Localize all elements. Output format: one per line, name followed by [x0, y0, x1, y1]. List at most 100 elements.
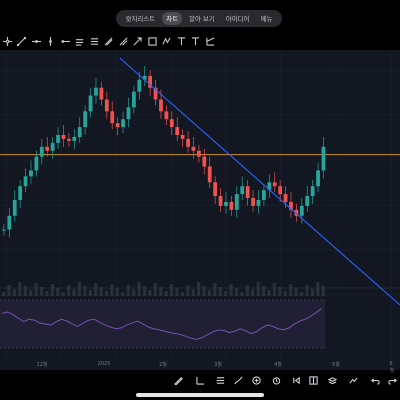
x-axis-tick: 2025	[97, 361, 111, 367]
x-axis-tick: 3월	[214, 362, 222, 368]
volume-bar	[321, 286, 325, 296]
volume-bar	[299, 292, 304, 296]
candle-body	[110, 111, 115, 124]
candle-body	[218, 196, 223, 206]
volume-bar	[104, 291, 109, 296]
candle-body	[12, 199, 17, 216]
layout-icon[interactable]	[307, 374, 319, 386]
chart-svg	[0, 50, 400, 360]
candle-body	[132, 91, 136, 108]
volume-bar	[186, 285, 190, 296]
app-screen: 왓치리스트 차트 알아 보기 아이디어 메뉴 12월 2025 2월 3월 4월 5월 6월	[0, 0, 400, 400]
candle-body	[207, 166, 212, 183]
volume-bar	[175, 288, 179, 296]
volume-bar	[18, 282, 22, 296]
trend-line-icon[interactable]	[15, 34, 30, 48]
candle-body	[56, 134, 60, 143]
candle-body	[272, 182, 277, 187]
candle-body	[77, 127, 82, 137]
volume-bar	[61, 292, 65, 296]
volume-bar	[126, 285, 130, 296]
volume-bar	[197, 282, 201, 296]
candle-body	[67, 138, 71, 141]
pattern-icon[interactable]	[160, 34, 175, 48]
volume-bar	[213, 283, 217, 296]
candle-body	[180, 134, 185, 139]
alert-icon[interactable]	[270, 374, 282, 386]
candle-body	[169, 119, 174, 128]
volume-bar	[153, 283, 157, 296]
volume-bar	[294, 288, 298, 296]
candle-body	[39, 146, 44, 157]
candle-body	[45, 146, 50, 151]
chart-area[interactable]	[0, 50, 400, 360]
volume-bar	[229, 284, 233, 296]
candle-body	[251, 198, 255, 206]
channel-icon[interactable]	[73, 34, 88, 48]
candle-body	[137, 79, 142, 92]
volume-bar	[272, 283, 277, 296]
candle-body	[34, 156, 39, 171]
draw-icon[interactable]	[232, 374, 244, 386]
candle-body	[256, 199, 261, 206]
add-icon[interactable]	[250, 374, 262, 386]
volume-bar	[169, 284, 174, 296]
volume-bar	[12, 289, 17, 296]
candle-body	[61, 134, 66, 139]
path-icon[interactable]	[174, 34, 189, 48]
top-tab-bar: 왓치리스트 차트 알아 보기 아이디어 메뉴	[116, 10, 282, 27]
volume-bar	[159, 287, 163, 296]
candle-body	[18, 186, 23, 200]
tab-chart[interactable]: 차트	[162, 12, 182, 25]
volume-bar	[34, 283, 38, 296]
measure-icon[interactable]	[194, 374, 206, 386]
rectangle-icon[interactable]	[145, 34, 160, 48]
tab-menu[interactable]: 메뉴	[257, 12, 277, 25]
vertical-line-icon[interactable]	[44, 34, 59, 48]
x-axis: 12월 2025 2월 3월 4월 5월 6월	[0, 360, 400, 374]
candle-body	[186, 138, 190, 147]
volume-bar	[137, 282, 141, 296]
pitchfork-icon[interactable]	[87, 34, 102, 48]
tab-ideas[interactable]: 아이디어	[222, 12, 254, 25]
replay-icon[interactable]	[290, 374, 302, 386]
indicators-icon[interactable]	[347, 374, 359, 386]
x-axis-tick: 5월	[332, 362, 340, 368]
horizontal-line-icon[interactable]	[29, 34, 44, 48]
volume-bar	[234, 288, 239, 296]
candle-body	[50, 142, 55, 151]
redo-icon[interactable]	[386, 374, 398, 386]
undo-icon[interactable]	[369, 374, 381, 386]
fib-retracement-icon[interactable]	[214, 374, 226, 386]
volume-bar	[94, 283, 98, 296]
volume-bar	[289, 284, 293, 296]
volume-bar	[50, 284, 54, 296]
tab-explore[interactable]: 알아 보기	[185, 12, 219, 25]
candle-body	[23, 176, 28, 187]
ray-icon[interactable]	[58, 34, 73, 48]
pencil-icon[interactable]	[172, 374, 184, 386]
candle-body	[7, 215, 12, 230]
x-axis-tick: 12월	[36, 362, 48, 368]
measure-icon[interactable]	[203, 34, 218, 48]
brush-icon[interactable]	[116, 34, 131, 48]
candle-body	[240, 186, 245, 195]
tab-watchlist[interactable]: 왓치리스트	[122, 12, 159, 25]
candle-body	[29, 170, 33, 177]
text-icon[interactable]	[189, 34, 204, 48]
candle-body	[164, 111, 169, 120]
candle-body	[104, 99, 109, 112]
volume-bar	[240, 292, 244, 296]
volume-bar	[88, 290, 92, 296]
volume-bar	[110, 284, 114, 296]
volume-bar	[67, 285, 71, 296]
candle-body	[310, 186, 315, 197]
volume-bar	[29, 290, 33, 296]
volume-bar	[207, 290, 212, 296]
volume-bar	[218, 287, 222, 296]
fib-icon[interactable]	[102, 34, 117, 48]
arrow-icon[interactable]	[131, 34, 146, 48]
layers-icon[interactable]	[326, 374, 338, 386]
crosshair-icon[interactable]	[0, 34, 15, 48]
volume-bar	[56, 288, 60, 296]
